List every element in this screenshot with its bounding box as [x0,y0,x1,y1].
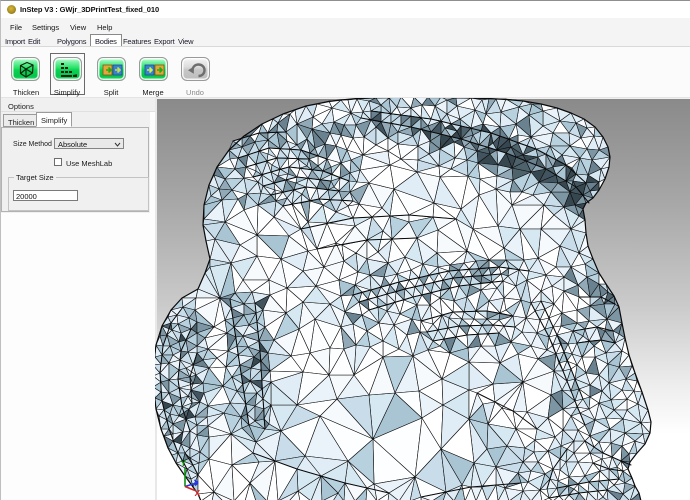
svg-text:X: X [195,488,201,498]
svg-text:Y: Y [181,458,187,468]
